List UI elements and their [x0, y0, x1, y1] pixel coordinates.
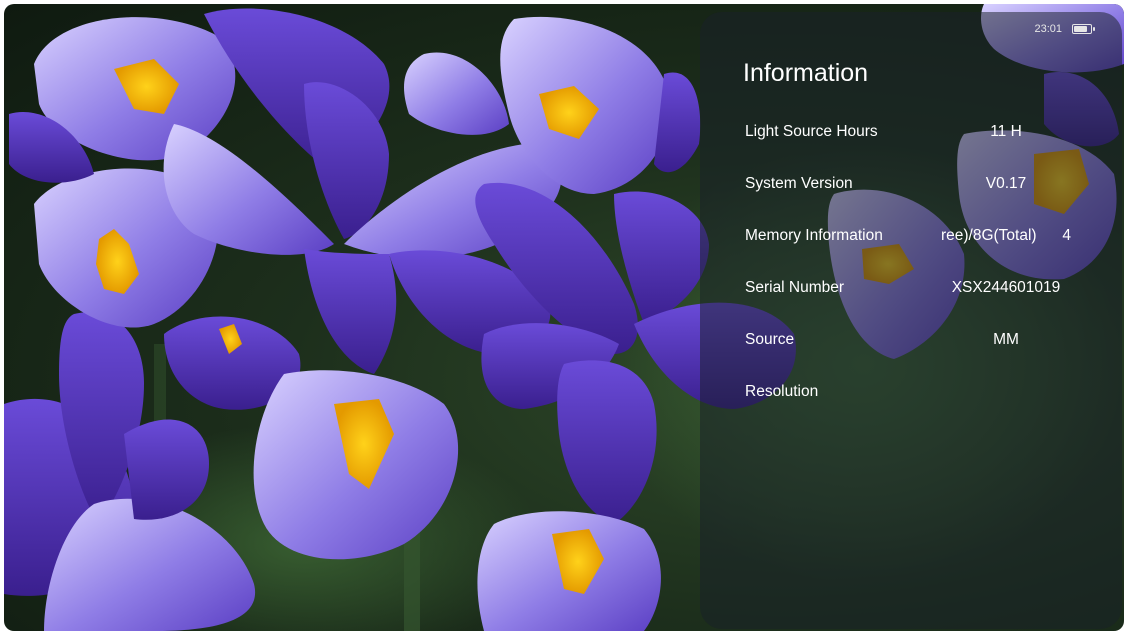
battery-icon: [1072, 24, 1095, 34]
info-row-resolution[interactable]: Resolution: [700, 372, 1122, 412]
info-value: MM: [993, 331, 1019, 348]
info-label: Serial Number: [745, 279, 845, 296]
info-label: Light Source Hours: [745, 123, 878, 140]
info-row-serial-number[interactable]: Serial Number XSX244601019: [700, 268, 1122, 308]
tv-screen: 23:01 Information Light Source Hours 11 …: [4, 4, 1124, 631]
battery-level-fill: [1074, 26, 1087, 32]
info-label: Resolution: [745, 383, 819, 400]
info-row-source[interactable]: Source MM: [700, 320, 1122, 360]
status-bar: 23:01: [1034, 23, 1095, 35]
info-label: System Version: [745, 175, 853, 192]
info-value: ree)/8G(Total) 4: [940, 227, 1072, 244]
information-panel: 23:01 Information Light Source Hours 11 …: [700, 12, 1122, 629]
info-label: Memory Information: [745, 227, 883, 244]
page-title: Information: [743, 59, 869, 87]
info-row-system-version[interactable]: System Version V0.17: [700, 164, 1122, 204]
info-value: XSX244601019: [951, 279, 1061, 296]
clock: 23:01: [1034, 23, 1062, 35]
info-value: 11 H: [990, 123, 1022, 140]
info-row-light-source-hours[interactable]: Light Source Hours 11 H: [700, 112, 1122, 152]
info-row-memory-information[interactable]: Memory Information ree)/8G(Total) 4: [700, 216, 1122, 256]
info-value: V0.17: [985, 175, 1027, 192]
info-label: Source: [745, 331, 795, 348]
